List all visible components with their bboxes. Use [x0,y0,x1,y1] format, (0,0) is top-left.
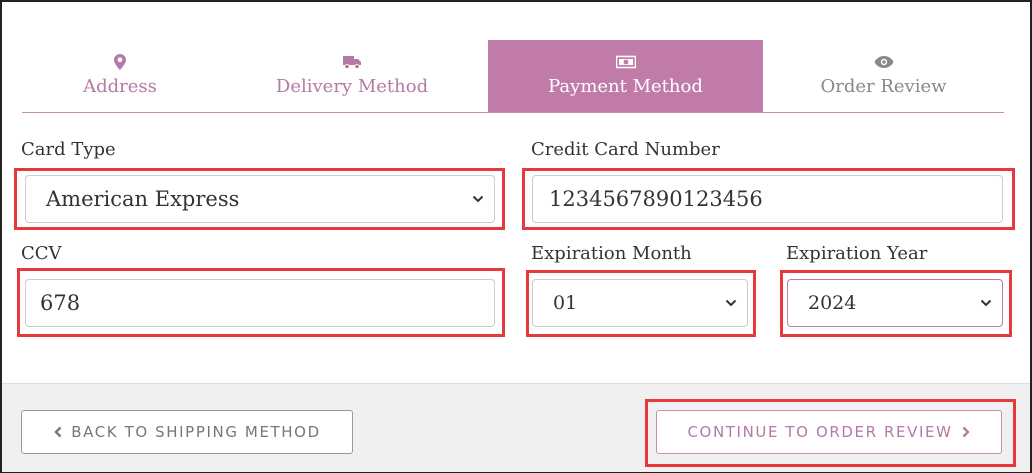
tab-review-label: Order Review [820,76,947,97]
chevron-left-icon [54,426,62,438]
card-number-label: Credit Card Number [531,139,720,160]
eye-icon [874,56,893,68]
exp-month-value: 01 [553,292,578,314]
chevron-down-icon [725,299,737,307]
tab-delivery-method[interactable]: Delivery Method [240,40,464,112]
card-type-select[interactable]: American Express [25,175,495,223]
exp-month-label: Expiration Month [531,243,692,264]
ccv-input[interactable]: 678 [25,279,495,327]
card-number-input[interactable]: 1234567890123456 [532,175,1003,223]
map-marker-icon [114,54,126,70]
card-type-label: Card Type [21,139,116,160]
tab-order-review[interactable]: Order Review [763,40,1004,112]
exp-year-select[interactable]: 2024 [787,279,1003,327]
ccv-label: CCV [21,243,62,264]
exp-month-select[interactable]: 01 [532,279,748,327]
exp-year-label: Expiration Year [786,243,928,264]
chevron-down-icon [472,195,484,203]
ccv-value: 678 [40,291,81,315]
tab-address[interactable]: Address [22,40,218,112]
chevron-down-icon [980,299,992,307]
form-footer: BACK TO SHIPPING METHOD CONTINUE TO ORDE… [2,383,1030,472]
money-bill-icon [615,55,636,69]
tab-address-label: Address [83,76,157,97]
chevron-right-icon [962,426,970,438]
exp-year-value: 2024 [808,292,857,314]
truck-icon [343,56,361,70]
back-button-label: BACK TO SHIPPING METHOD [71,423,321,441]
tab-payment-method[interactable]: Payment Method [488,40,763,112]
checkout-panel: Address Delivery Method Payment Method O… [0,0,1032,473]
tab-payment-label: Payment Method [548,76,703,97]
continue-button-label: CONTINUE TO ORDER REVIEW [687,423,953,441]
tab-delivery-label: Delivery Method [275,76,429,97]
card-type-value: American Express [46,187,240,211]
card-number-value: 1234567890123456 [549,187,763,211]
back-to-shipping-button[interactable]: BACK TO SHIPPING METHOD [21,410,353,454]
continue-to-review-button[interactable]: CONTINUE TO ORDER REVIEW [656,410,1002,454]
checkout-steps: Address Delivery Method Payment Method O… [22,40,1004,113]
